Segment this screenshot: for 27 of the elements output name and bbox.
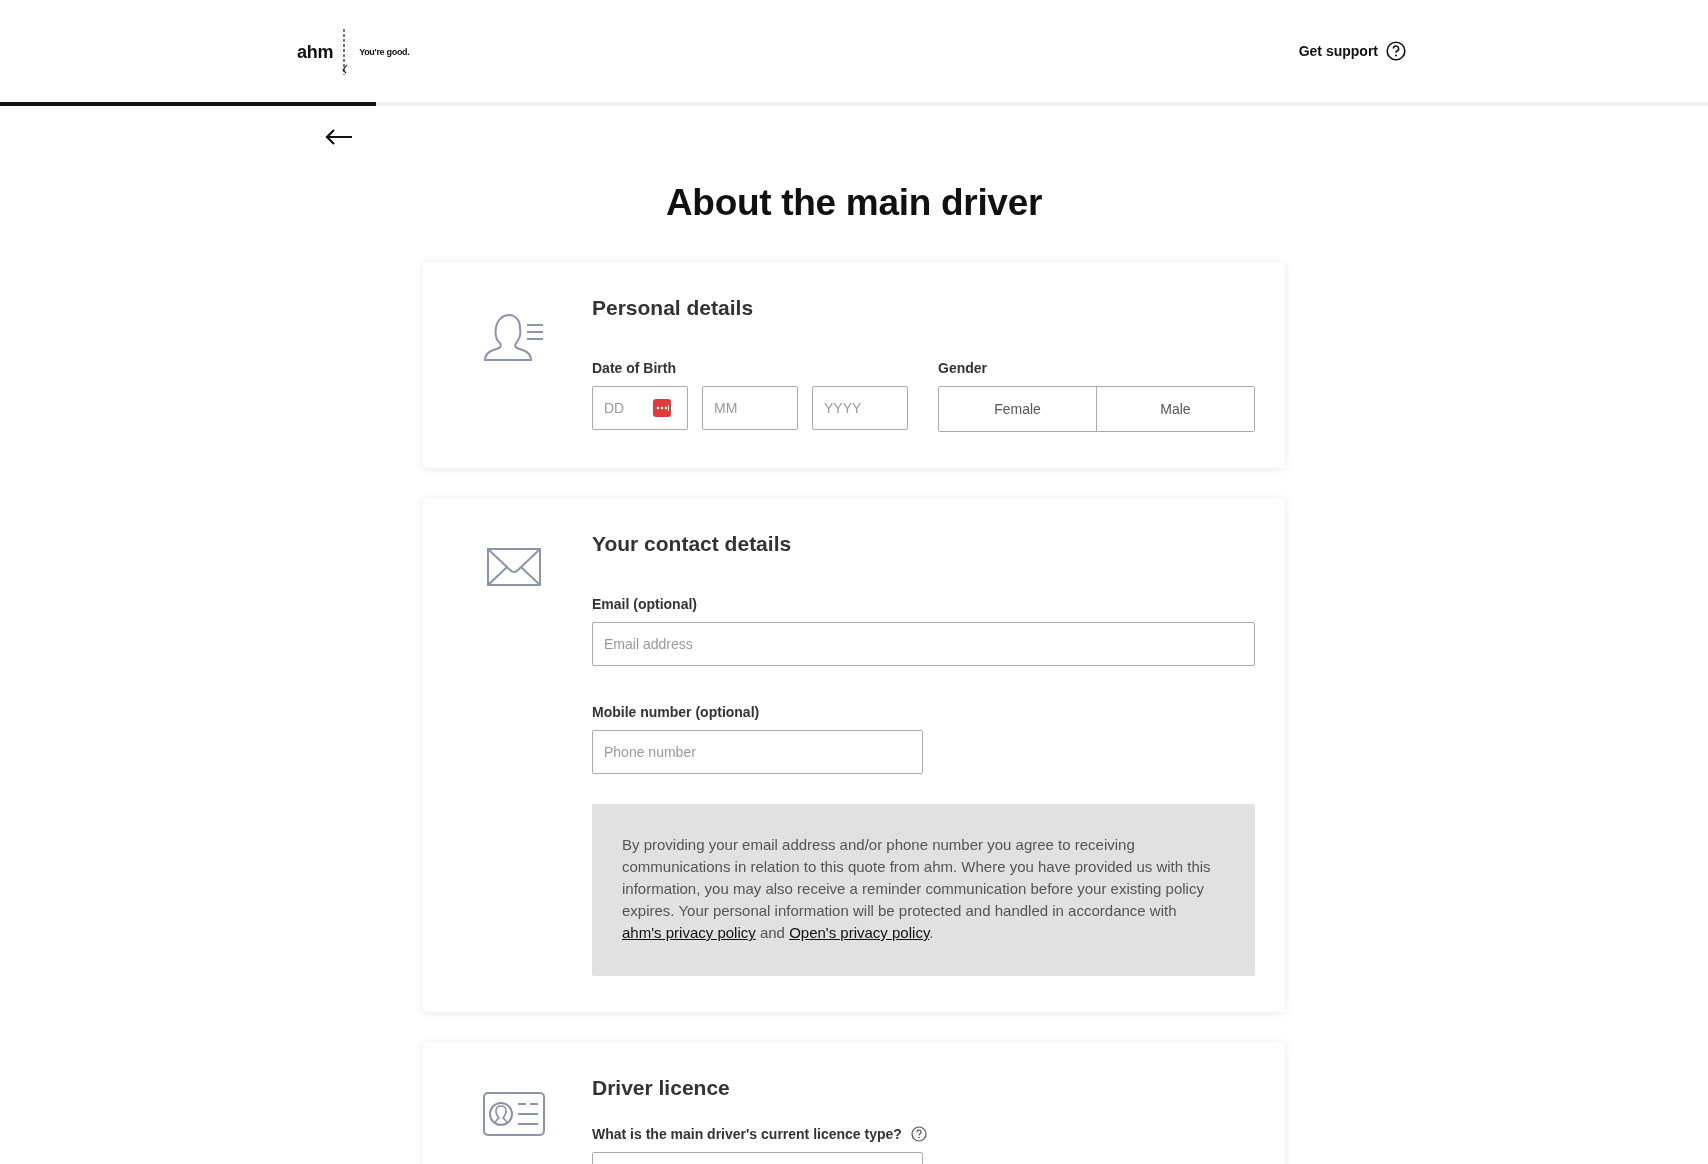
envelope-icon — [486, 548, 541, 586]
gender-option[interactable]: Male — [1096, 387, 1254, 431]
date-part-field[interactable]: MM — [702, 386, 798, 430]
logo-wordmark: ahm — [297, 41, 334, 63]
id-card-icon — [482, 1092, 545, 1136]
section-heading: Personal details — [592, 296, 755, 320]
phone-field[interactable]: Phone number — [592, 730, 923, 774]
field-label: Mobile number (optional) — [592, 704, 761, 720]
section-heading: Driver licence — [592, 1076, 731, 1100]
section-heading: Your contact details — [592, 532, 793, 556]
privacy-notice-text: By providing your email address and/or phone number you agree to receiving communications in relation to this quote from ahm. Where you have provided us with this information, you may also receive a reminder communication before your existing policy expires. Your personal information will be protected and handled in accordance with ahm's privacy policy and Open's privacy policy. — [622, 835, 1212, 943]
field-label: Email (optional) — [592, 596, 698, 612]
date-part-field[interactable]: YYYY — [812, 386, 908, 430]
password-dots-icon[interactable] — [653, 399, 671, 417]
page-title: About the main driver — [664, 182, 1044, 224]
help-icon[interactable] — [910, 1126, 927, 1142]
email-field[interactable]: Email address — [592, 622, 1255, 666]
privacy-policy-link[interactable]: ahm's privacy policy — [622, 924, 756, 941]
field-label: Gender — [938, 360, 988, 376]
date-part-field[interactable]: DD — [592, 386, 688, 430]
help-icon — [1386, 41, 1406, 61]
person-list-icon — [482, 312, 545, 362]
get-support-link[interactable]: Get support — [1298, 41, 1406, 61]
logo-tagline: You're good. — [359, 47, 410, 57]
field-label: What is the main driver's current licence type? — [592, 1126, 902, 1142]
back-arrow-icon[interactable] — [325, 128, 353, 146]
field-label: Date of Birth — [592, 360, 677, 376]
